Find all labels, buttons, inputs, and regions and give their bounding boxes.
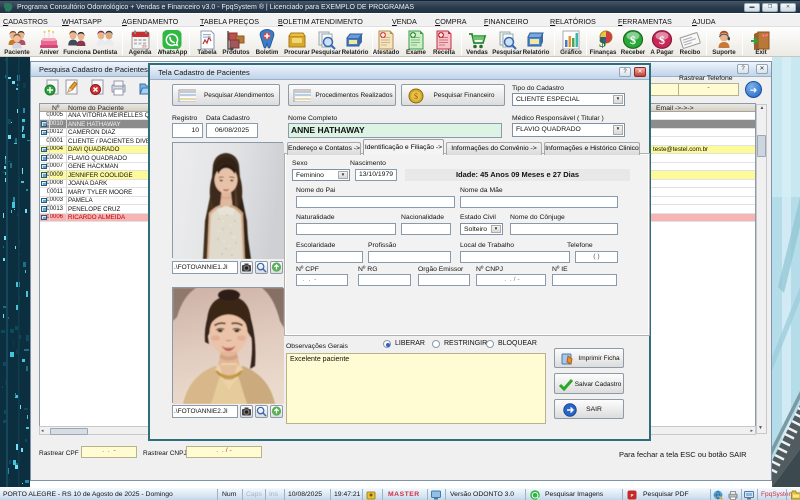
- svg-text:EXIT: EXIT: [763, 34, 769, 38]
- svg-text:$: $: [659, 33, 665, 47]
- svg-text:$: $: [414, 92, 418, 101]
- svg-text:29: 29: [142, 44, 147, 49]
- svg-text:P: P: [631, 493, 634, 498]
- svg-text:$: $: [630, 33, 636, 47]
